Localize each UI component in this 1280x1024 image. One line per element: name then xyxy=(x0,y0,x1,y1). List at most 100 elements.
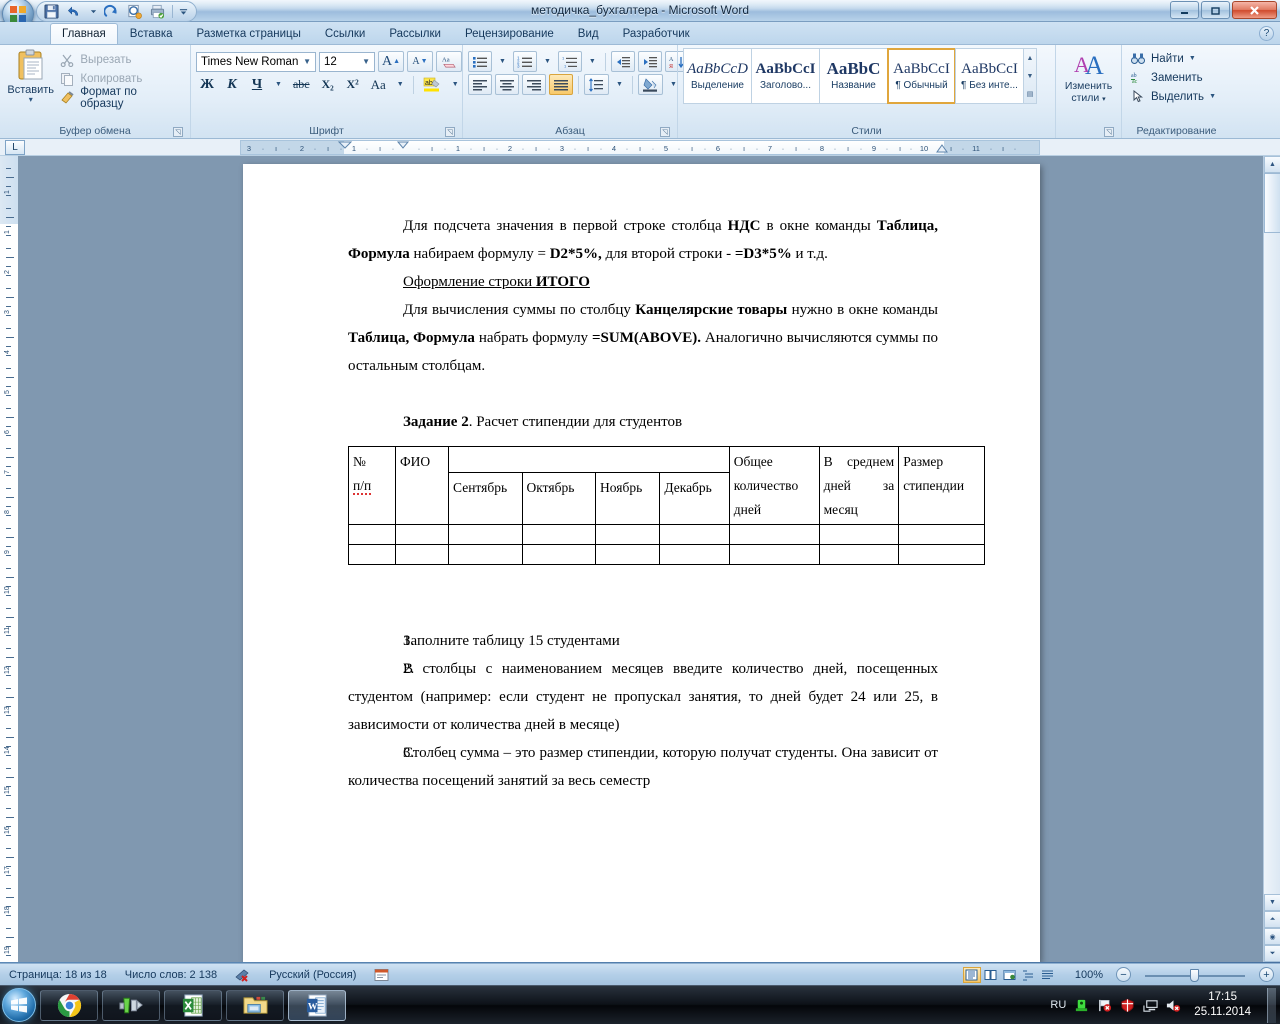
align-center-button[interactable] xyxy=(495,74,519,95)
find-button[interactable]: Найти ▼ xyxy=(1127,49,1199,68)
tab-razrabotchik[interactable]: Разработчик xyxy=(611,23,702,44)
volume-muted-icon[interactable] xyxy=(1165,997,1181,1013)
scroll-down-icon[interactable]: ▼ xyxy=(1264,894,1280,911)
bullets-button[interactable] xyxy=(468,51,492,72)
shrink-font-button[interactable]: A ▼ xyxy=(407,51,433,72)
select-dropdown-icon[interactable]: ▼ xyxy=(1209,93,1216,100)
underline-button[interactable]: Ч xyxy=(246,74,268,95)
security-shield-icon[interactable] xyxy=(1119,997,1135,1013)
table-cell-fio[interactable]: ФИО xyxy=(394,446,450,525)
subscript-button[interactable]: X₂ xyxy=(317,74,339,95)
style-item-obychnyy[interactable]: AaBbCcI ¶ Обычный xyxy=(887,48,956,104)
table-cell-empty[interactable] xyxy=(348,524,396,545)
paste-button[interactable]: Вставить ▾ xyxy=(5,47,56,104)
close-button[interactable] xyxy=(1232,1,1277,19)
table-cell-total-days[interactable]: Общее количество дней xyxy=(728,446,820,525)
align-left-button[interactable] xyxy=(468,74,492,95)
view-full-screen-reading[interactable] xyxy=(982,967,1000,983)
horizontal-ruler[interactable]: 3 · ı · 2 · ı · 1 · ı · · ı · 1 · ı · 2 · ı · 3 · ı · 4 · ı · 5… xyxy=(240,140,1040,155)
customize-qat-icon[interactable] xyxy=(179,3,188,20)
styles-more-icon[interactable]: ▤ xyxy=(1024,85,1036,103)
view-web-layout[interactable] xyxy=(1001,967,1019,983)
status-macro[interactable] xyxy=(365,964,398,986)
numbering-button[interactable]: 1 2 3 xyxy=(512,51,537,72)
tab-vid[interactable]: Вид xyxy=(566,23,611,44)
tab-ssylki[interactable]: Ссылки xyxy=(313,23,378,44)
table-cell-empty[interactable] xyxy=(595,544,661,565)
table-cell-november[interactable]: Ноябрь xyxy=(595,472,661,525)
start-button[interactable] xyxy=(2,988,36,1022)
strikethrough-button[interactable]: abc xyxy=(289,74,314,95)
justify-button[interactable] xyxy=(549,74,573,95)
zoom-in-button[interactable]: + xyxy=(1255,964,1280,986)
table-cell-december[interactable]: Декабрь xyxy=(659,472,730,525)
table-cell-empty[interactable] xyxy=(521,544,597,565)
right-indent-marker[interactable] xyxy=(935,143,949,157)
vertical-scrollbar[interactable]: ▲ ▼ ⏶ ◉ ⏷ xyxy=(1263,156,1280,962)
vertical-ruler[interactable]: 1 1 2 3 4 5 6 7 8 9 10 11 12 13 14 15 16 17 18 19 xyxy=(0,156,18,962)
tab-stop-selector[interactable]: L xyxy=(5,140,25,155)
superscript-button[interactable]: X² xyxy=(342,74,364,95)
table-cell-stipend-size[interactable]: Размер стипендии xyxy=(898,446,985,525)
scroll-up-icon[interactable]: ▲ xyxy=(1264,156,1280,173)
status-proofing[interactable] xyxy=(226,964,260,986)
document-body[interactable]: Для подсчета значения в первой строке ст… xyxy=(348,212,985,795)
format-painter-button[interactable]: Формат по образцу xyxy=(56,86,185,110)
view-print-layout[interactable] xyxy=(962,966,981,983)
table-cell-empty[interactable] xyxy=(595,524,661,545)
line-spacing-button[interactable] xyxy=(584,74,609,95)
status-zoom-value[interactable]: 100% xyxy=(1066,964,1112,986)
styles-scroll-down-icon[interactable]: ▼ xyxy=(1024,67,1036,85)
multilevel-list-button[interactable]: 1 1 xyxy=(557,51,582,72)
table-cell-months-span[interactable] xyxy=(448,446,730,473)
table-cell-empty[interactable] xyxy=(728,524,820,545)
styles-dialog-launcher[interactable]: ◹ xyxy=(1104,127,1114,137)
style-item-nazvanie[interactable]: AaBbC Название xyxy=(819,48,888,104)
bold-button[interactable]: Ж xyxy=(196,74,218,95)
find-dropdown-icon[interactable]: ▼ xyxy=(1189,55,1196,62)
style-item-bez-intervala[interactable]: AaBbCcI ¶ Без инте... xyxy=(955,48,1024,104)
italic-button[interactable]: К xyxy=(221,74,243,95)
table-cell-empty[interactable] xyxy=(448,524,523,545)
style-item-vydelenie[interactable]: AaBbCcD Выделение xyxy=(683,48,752,104)
table-cell-empty[interactable] xyxy=(659,544,730,565)
green-app-icon[interactable] xyxy=(1073,997,1089,1013)
select-browse-object-icon[interactable]: ◉ xyxy=(1264,928,1280,945)
change-case-dropdown-icon[interactable]: ▼ xyxy=(393,74,408,95)
help-icon[interactable]: ? xyxy=(1259,26,1274,41)
table-cell-empty[interactable] xyxy=(348,544,396,565)
show-desktop-button[interactable] xyxy=(1267,987,1276,1023)
zoom-out-button[interactable]: − xyxy=(1112,964,1135,986)
paste-dropdown-icon[interactable]: ▾ xyxy=(29,96,33,104)
decrease-indent-button[interactable] xyxy=(610,51,635,72)
paragraph-dialog-launcher[interactable]: ◹ xyxy=(660,127,670,137)
table-cell-empty[interactable] xyxy=(659,524,730,545)
table-cell-avg-days[interactable]: В среднем дней за месяц xyxy=(818,446,900,525)
change-case-button[interactable]: Aa xyxy=(367,74,390,95)
flag-error-icon[interactable] xyxy=(1096,997,1112,1013)
status-language[interactable]: Русский (Россия) xyxy=(260,964,365,986)
tab-razmetka[interactable]: Разметка страницы xyxy=(185,23,313,44)
replace-button[interactable]: ab ac Заменить xyxy=(1127,68,1206,87)
taskbar-explorer[interactable] xyxy=(226,989,284,1021)
language-indicator[interactable]: RU xyxy=(1050,999,1066,1011)
undo-icon[interactable] xyxy=(66,3,83,20)
hanging-indent-marker[interactable] xyxy=(396,139,410,154)
next-page-icon[interactable]: ⏷ xyxy=(1264,945,1280,962)
table-cell-empty[interactable] xyxy=(898,544,985,565)
tab-glavnaya[interactable]: Главная xyxy=(50,23,118,44)
status-page[interactable]: Страница: 18 из 18 xyxy=(0,964,116,986)
redo-icon[interactable] xyxy=(103,3,120,20)
restore-button[interactable] xyxy=(1201,1,1230,19)
tab-rassylki[interactable]: Рассылки xyxy=(377,23,453,44)
style-item-zagolovok[interactable]: AaBbCcI Заголово... xyxy=(751,48,820,104)
zoom-slider-knob[interactable] xyxy=(1190,968,1199,982)
zoom-slider[interactable] xyxy=(1135,967,1255,983)
network-icon[interactable] xyxy=(1142,997,1158,1013)
bullets-dropdown-icon[interactable]: ▼ xyxy=(495,51,510,72)
quick-print-icon[interactable] xyxy=(149,3,166,20)
cut-button[interactable]: Вырезать xyxy=(56,50,185,69)
previous-page-icon[interactable]: ⏶ xyxy=(1264,911,1280,928)
font-dialog-launcher[interactable]: ◹ xyxy=(445,127,455,137)
save-icon[interactable] xyxy=(43,3,60,20)
